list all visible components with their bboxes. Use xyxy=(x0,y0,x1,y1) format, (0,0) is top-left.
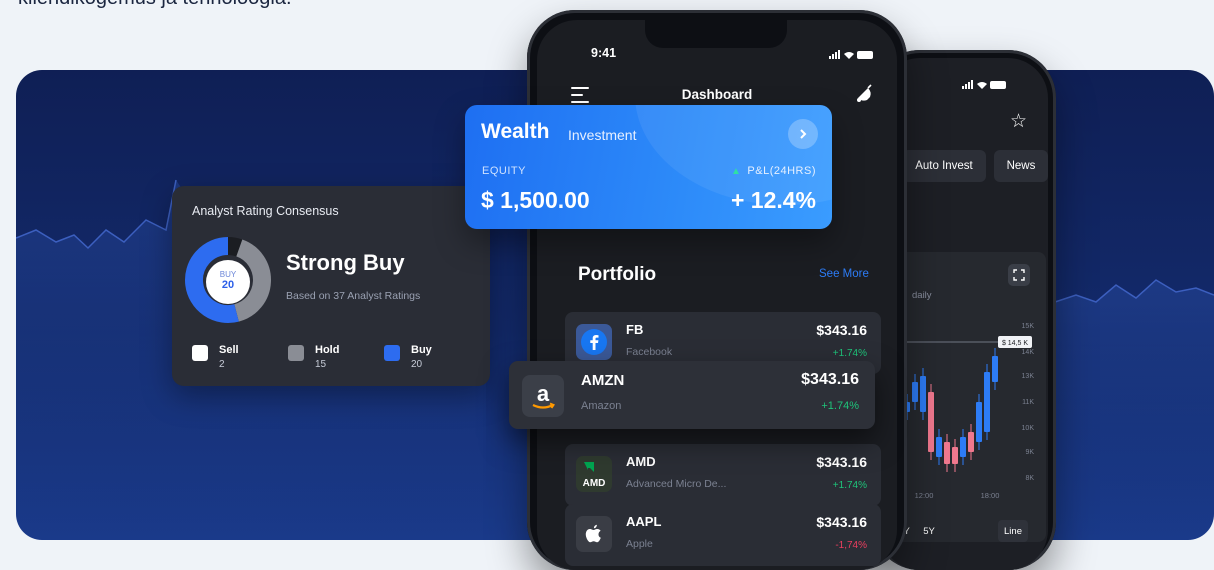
candle-body xyxy=(976,402,982,442)
candlestick-chart-panel: daily $ 14,5 K 15K 14K 13K 11K 10K 9K 8K 12:00 18… xyxy=(894,252,1046,542)
stock-change: +1.74% xyxy=(832,480,867,491)
main-phone-screen: 9:41 Dashboard Portfolio See More FB Fac… xyxy=(537,20,897,570)
star-icon[interactable]: ☆ xyxy=(1010,110,1027,133)
pl-label: ▲ P&L(24HRS) xyxy=(731,165,816,177)
y-tick-label: 15K xyxy=(1022,323,1035,330)
analyst-card-title: Analyst Rating Consensus xyxy=(192,204,339,218)
candle-body xyxy=(944,442,950,464)
candle-body xyxy=(984,372,990,432)
legend-buy-count: 20 xyxy=(411,359,423,370)
legend-sell-swatch xyxy=(192,345,208,361)
stock-change: -1,74% xyxy=(835,540,867,551)
stock-change: +1.74% xyxy=(821,400,859,412)
tab-news[interactable]: News xyxy=(994,150,1048,182)
legend-buy-swatch xyxy=(384,345,400,361)
triangle-up-icon: ▲ xyxy=(731,166,742,177)
stock-price: $343.16 xyxy=(816,514,867,530)
stock-price: $343.16 xyxy=(801,371,859,388)
wealth-investment-card[interactable]: Wealth Investment EQUITY ▲ P&L(24HRS) $ 1… xyxy=(465,105,832,229)
portfolio-heading: Portfolio xyxy=(578,264,657,285)
stock-name: Amazon xyxy=(581,400,622,412)
pl-change: + 12.4% xyxy=(730,187,816,213)
x-tick-label: 12:00 xyxy=(915,491,934,500)
candle-body xyxy=(912,382,918,402)
legend-hold-swatch xyxy=(288,345,304,361)
amazon-logo-letter: a xyxy=(537,381,550,406)
stock-card-amzn[interactable]: a AMZN Amazon $343.16 +1.74% xyxy=(509,361,875,429)
stock-price: $343.16 xyxy=(816,454,867,470)
candle-body xyxy=(968,432,974,452)
candle-body xyxy=(992,356,998,382)
stock-price: $343.16 xyxy=(816,322,867,338)
tab-auto-invest[interactable]: Auto Invest xyxy=(902,150,986,182)
y-tick-label: 14K xyxy=(1022,349,1035,356)
stock-ticker: AMZN xyxy=(581,372,625,389)
apple-icon xyxy=(576,516,612,552)
legend-hold-label: Hold xyxy=(315,344,340,356)
secondary-status-icons xyxy=(962,80,1008,93)
stock-name: Apple xyxy=(626,538,653,550)
wealth-title: Wealth xyxy=(481,120,550,143)
legend-sell-label: Sell xyxy=(219,344,239,356)
stock-ticker: AMD xyxy=(626,454,656,469)
donut-center: BUY 20 xyxy=(206,260,250,304)
y-tick-label: 10K xyxy=(1022,425,1035,432)
equity-amount: $ 1,500.00 xyxy=(481,187,590,213)
analyst-rating-card: Analyst Rating Consensus BUY 20 Strong B… xyxy=(172,186,490,386)
donut-center-value: 20 xyxy=(221,279,235,291)
stock-name: Advanced Micro De... xyxy=(626,478,727,490)
donut-slice-sell xyxy=(227,237,243,257)
stock-row-aapl[interactable]: AAPL Apple $343.16 -1,74% xyxy=(565,504,881,566)
rating-basis: Based on 37 Analyst Ratings xyxy=(286,290,421,302)
stock-row-amd[interactable]: AMD AMD Advanced Micro De... $343.16 +1.… xyxy=(565,444,881,506)
candle-body xyxy=(960,437,966,457)
wealth-subtitle: Investment xyxy=(568,127,637,143)
facebook-icon xyxy=(576,324,612,360)
y-tick-label: 8K xyxy=(1025,475,1034,482)
line-chart-button[interactable]: Line xyxy=(998,520,1028,542)
equity-label: EQUITY xyxy=(482,165,526,177)
svg-text:AMD: AMD xyxy=(583,478,606,489)
legend-hold-count: 15 xyxy=(315,359,327,370)
amd-icon: AMD xyxy=(576,456,612,492)
see-more-link[interactable]: See More xyxy=(819,268,869,280)
x-tick-label: 18:00 xyxy=(981,491,1000,500)
candle-body xyxy=(920,376,926,412)
status-time: 9:41 xyxy=(591,46,617,60)
donut-center-label: BUY xyxy=(219,270,237,279)
candlestick-chart: $ 14,5 K 15K 14K 13K 11K 10K 9K 8K 12:00 18:00 xyxy=(894,323,1035,500)
candle-body xyxy=(928,392,934,452)
legend-buy-label: Buy xyxy=(411,344,432,356)
stock-ticker: FB xyxy=(626,322,644,337)
y-tick-label: 9K xyxy=(1025,449,1034,456)
status-icons xyxy=(829,50,875,63)
screen-title: Dashboard xyxy=(681,87,753,102)
y-tick-label: 11K xyxy=(1022,399,1034,406)
stock-ticker: AAPL xyxy=(626,514,662,529)
range-5y-button[interactable]: 5Y xyxy=(918,520,940,542)
y-tick-label: 13K xyxy=(1022,373,1035,380)
stock-change: +1.74% xyxy=(832,348,867,359)
candle-body xyxy=(952,447,958,464)
main-phone: 9:41 Dashboard Portfolio See More FB Fac… xyxy=(527,10,907,570)
notification-bell-icon[interactable] xyxy=(853,83,875,110)
chevron-right-icon[interactable] xyxy=(788,119,818,149)
stock-name: Facebook xyxy=(626,346,673,358)
rating-verdict: Strong Buy xyxy=(286,250,405,275)
intro-text: kliendikogemus ja tehnoloogia. xyxy=(18,0,292,10)
legend-sell-count: 2 xyxy=(219,359,225,370)
candle-body xyxy=(936,437,942,457)
amazon-icon: a xyxy=(522,375,564,417)
phone-notch xyxy=(645,20,787,48)
price-tag-label: $ 14,5 K xyxy=(1002,340,1028,347)
pl-label-text: P&L(24HRS) xyxy=(747,165,816,177)
